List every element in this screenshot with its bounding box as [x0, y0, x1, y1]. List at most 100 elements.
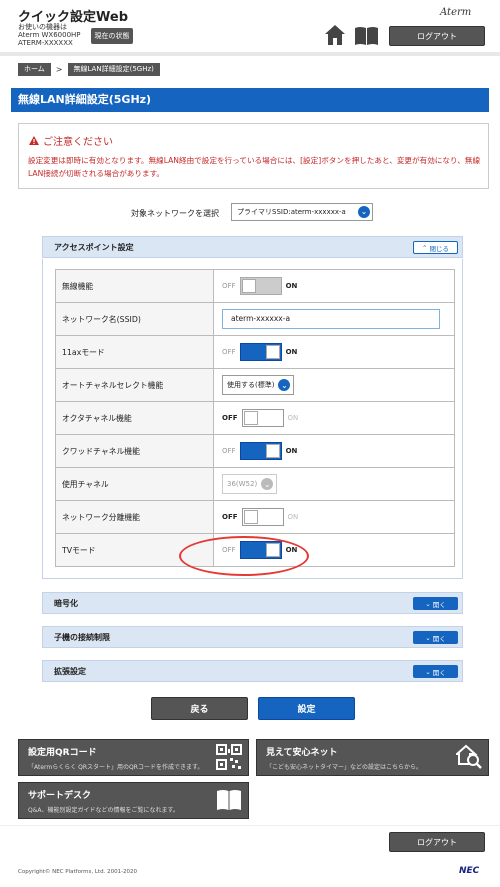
home-search-icon	[456, 744, 482, 769]
logout-button[interactable]: ログアウト	[389, 26, 485, 46]
breadcrumb-separator: >	[55, 65, 63, 74]
auto-channel-select[interactable]: 使用する(標準) ⌄	[222, 375, 295, 395]
caution-heading: ご注意ください	[29, 133, 113, 148]
network-isolation-switch[interactable]: OFF ON	[222, 508, 454, 526]
footer-logout-button[interactable]: ログアウト	[389, 832, 485, 852]
row-label-network-isolation: ネットワーク分離機能	[55, 500, 214, 534]
switch-track	[241, 508, 284, 526]
switch-on-label: ON	[285, 447, 298, 455]
qr-code-icon	[216, 744, 242, 770]
row-label-channel: 使用チャネル	[55, 467, 214, 501]
manual-book-icon[interactable]	[354, 26, 379, 46]
octa-channel-switch[interactable]: OFF ON	[222, 409, 454, 427]
caution-title: ご注意ください	[43, 137, 113, 148]
device-info: お使いの機器は Aterm WX6000HP ATERM-XXXXXX	[18, 23, 81, 47]
breadcrumb: ホーム > 無線LAN詳細設定(5GHz)	[18, 63, 160, 76]
switch-on-label: ON	[287, 414, 299, 422]
table-row: オクタチャネル機能 OFF ON	[55, 401, 455, 435]
channel-value: 36(W52)	[227, 480, 258, 488]
tile-title: 設定用QRコード	[28, 748, 97, 758]
chevron-down-icon: ⌄	[278, 379, 291, 391]
tile-desc: 「こども安心ネットタイマー」などの設定はこちらから。	[266, 764, 423, 771]
page-title: 無線LAN詳細設定(5GHz)	[11, 88, 489, 112]
chevron-down-icon: ⌄	[425, 633, 431, 642]
open-button[interactable]: ⌄ 開く	[413, 597, 458, 610]
ap-section-title: アクセスポイント設定	[54, 243, 134, 252]
warning-icon	[29, 136, 39, 145]
switch-off-label: OFF	[222, 282, 236, 290]
auto-channel-value: 使用する(標準)	[227, 381, 275, 389]
back-button[interactable]: 戻る	[151, 697, 248, 720]
caution-text: 設定変更は即時に有効となります。無線LAN経由で設定を行っている場合には、[設定…	[28, 156, 481, 178]
row-label-wireless: 無線機能	[55, 269, 214, 303]
switch-track	[241, 409, 284, 427]
safe-net-tile[interactable]: 見えて安心ネット 「こども安心ネットタイマー」などの設定はこちらから。	[256, 739, 489, 776]
chevron-up-icon: ⌃	[422, 243, 428, 252]
row-label-octa-channel: オクタチャネル機能	[55, 401, 214, 435]
switch-off-label: OFF	[222, 447, 236, 455]
table-row: 11axモード OFF ON	[55, 335, 455, 369]
open-button[interactable]: ⌄ 開く	[413, 665, 458, 678]
device-name: ATERM-XXXXXX	[18, 39, 73, 47]
row-label-11ax: 11axモード	[55, 335, 214, 369]
network-select[interactable]: プライマリSSID:aterm-xxxxxx-a ⌄	[231, 203, 373, 221]
chevron-down-icon: ⌄	[358, 206, 370, 218]
switch-track	[239, 442, 282, 460]
open-button[interactable]: ⌄ 開く	[413, 631, 458, 644]
caution-box: ご注意ください 設定変更は即時に有効となります。無線LAN経由で設定を行っている…	[18, 123, 489, 189]
channel-select: 36(W52) ⌄	[222, 474, 278, 494]
switch-off-label: OFF	[222, 513, 238, 521]
current-status-button[interactable]: 現在の状態	[91, 28, 133, 44]
client-limit-section-header[interactable]: 子機の接続制限 ⌄ 開く	[42, 626, 463, 648]
breadcrumb-current: 無線LAN詳細設定(5GHz)	[67, 63, 160, 76]
encryption-section-header[interactable]: 暗号化 ⌄ 開く	[42, 592, 463, 614]
table-row: ネットワーク名(SSID) aterm-xxxxxx-a	[55, 302, 455, 336]
switch-track	[239, 343, 282, 361]
home-icon[interactable]	[324, 24, 346, 46]
table-row: ネットワーク分離機能 OFF ON	[55, 500, 455, 534]
device-line: お使いの機器は	[18, 23, 67, 31]
header: クイック設定Web お使いの機器は Aterm WX6000HP ATERM-X…	[0, 0, 500, 56]
switch-off-label: OFF	[222, 414, 238, 422]
open-label: 開く	[432, 634, 446, 643]
copyright: Copyright© NEC Platforms, Ltd. 2001-2020	[18, 869, 138, 875]
header-divider	[0, 52, 500, 56]
extended-section-header[interactable]: 拡張設定 ⌄ 開く	[42, 660, 463, 682]
11ax-switch[interactable]: OFF ON	[222, 343, 454, 361]
quad-channel-switch[interactable]: OFF ON	[222, 442, 454, 460]
ssid-input[interactable]: aterm-xxxxxx-a	[222, 309, 440, 329]
section-title: 子機の接続制限	[54, 633, 110, 642]
table-row: オートチャネルセレクト機能 使用する(標準) ⌄	[55, 368, 455, 402]
section-title: 暗号化	[54, 599, 78, 608]
row-label-ssid: ネットワーク名(SSID)	[55, 302, 214, 336]
chevron-down-icon: ⌄	[425, 667, 431, 676]
wireless-switch: OFF ON	[222, 277, 454, 295]
support-desk-tile[interactable]: サポートデスク Q&A、機能別設定ガイドなどの情報をご覧になれます。	[18, 782, 249, 819]
chevron-down-icon: ⌄	[261, 478, 274, 490]
ap-section-close-button[interactable]: ⌃ 閉じる	[413, 241, 458, 254]
switch-off-label: OFF	[222, 348, 236, 356]
row-label-auto-channel: オートチャネルセレクト機能	[55, 368, 214, 402]
table-row: 使用チャネル 36(W52) ⌄	[55, 467, 455, 501]
tile-title: サポートデスク	[28, 791, 92, 801]
breadcrumb-home[interactable]: ホーム	[18, 63, 51, 76]
table-row: 無線機能 OFF ON	[55, 269, 455, 303]
switch-track	[239, 277, 282, 295]
brand-logo: Aterm	[440, 7, 472, 18]
set-button[interactable]: 設定	[258, 697, 355, 720]
tile-desc: Q&A、機能別設定ガイドなどの情報をご覧になれます。	[28, 807, 179, 814]
highlight-ring	[179, 536, 309, 576]
chevron-down-icon: ⌄	[425, 599, 431, 608]
footer-divider	[0, 825, 500, 826]
tile-title: 見えて安心ネット	[266, 748, 338, 758]
row-label-quad-channel: クワッドチャネル機能	[55, 434, 214, 468]
switch-on-label: ON	[285, 282, 298, 290]
switch-on-label: ON	[285, 348, 298, 356]
network-select-value: プライマリSSID:aterm-xxxxxx-a	[237, 208, 346, 216]
qr-code-tile[interactable]: 設定用QRコード 「Atermらくらく QRスタート」用のQRコードを作成できま…	[18, 739, 249, 776]
network-select-label: 対象ネットワークを選択	[131, 209, 219, 218]
table-row: クワッドチャネル機能 OFF ON	[55, 434, 455, 468]
open-label: 開く	[432, 600, 446, 609]
ap-settings-table: 無線機能 OFF ON ネットワーク名(SSID) aterm-xxxxxx-a…	[55, 269, 455, 567]
nec-logo: NEC	[459, 866, 480, 876]
